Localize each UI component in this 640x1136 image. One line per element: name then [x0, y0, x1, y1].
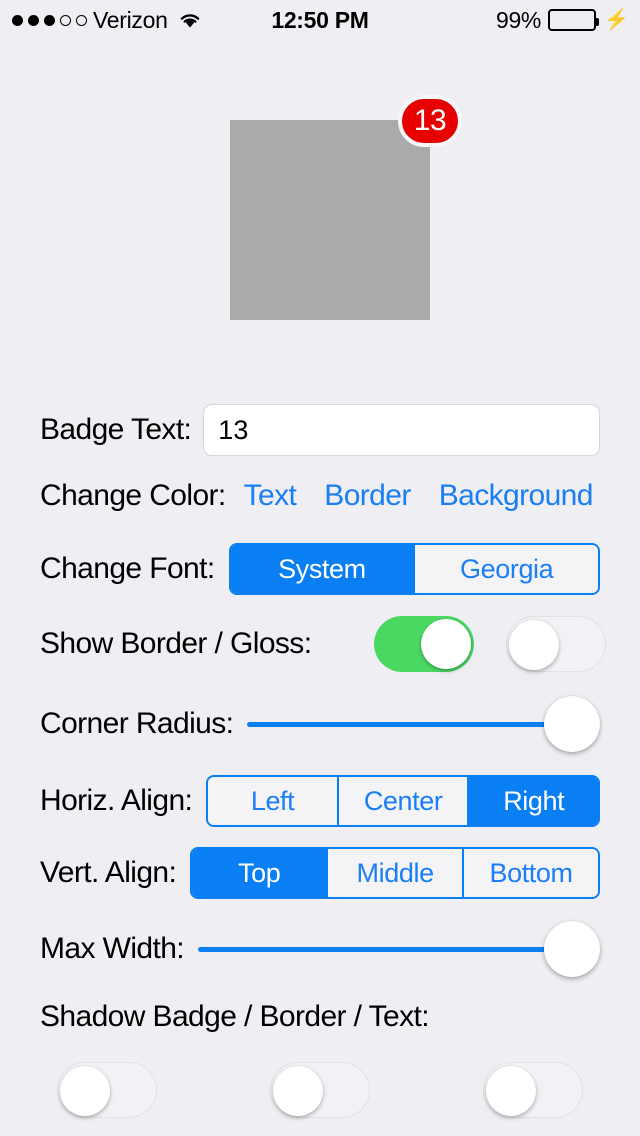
max-width-slider[interactable] [198, 921, 600, 977]
show-border-switch[interactable] [374, 616, 474, 672]
switch-knob [485, 1066, 536, 1116]
battery-icon [548, 9, 600, 31]
lightning-bolt-icon: ⚡ [604, 9, 629, 31]
change-border-color-button[interactable]: Border [324, 479, 411, 513]
border-gloss-switch-group [374, 616, 606, 672]
slider-track-filled [247, 721, 546, 727]
status-bar: Verizon 12:50 PM 99% ⚡ [0, 0, 640, 40]
badge-text-input-value: 13 [218, 414, 249, 445]
change-color-links: Text Border Background [244, 479, 594, 513]
shadow-section-label: Shadow Badge / Border / Text: [40, 1000, 430, 1033]
slider-thumb[interactable] [544, 921, 600, 977]
shadow-switch-group [0, 1062, 640, 1118]
corner-radius-slider[interactable] [247, 696, 600, 752]
slider-thumb[interactable] [544, 696, 600, 752]
show-border-gloss-label: Show Border / Gloss: [40, 627, 312, 660]
badge-preview-text: 13 [413, 104, 447, 137]
badge-text-label: Badge Text: [40, 413, 192, 446]
switch-knob [509, 620, 559, 670]
horiz-align-row: Horiz. Align: Left Center Right [0, 775, 640, 827]
vert-align-segment-top[interactable]: Top [192, 849, 327, 897]
shadow-border-cell [213, 1062, 426, 1118]
badge-host-view [230, 120, 430, 320]
horiz-align-segment-right[interactable]: Right [467, 777, 598, 825]
shadow-text-switch[interactable] [482, 1062, 583, 1118]
max-width-label: Max Width: [40, 932, 185, 965]
shadow-section-row: Shadow Badge / Border / Text: [0, 995, 640, 1039]
change-text-color-button[interactable]: Text [244, 479, 297, 513]
horiz-align-segment-left[interactable]: Left [208, 777, 337, 825]
switch-knob [272, 1066, 323, 1116]
slider-track-filled [198, 946, 546, 952]
change-font-segmented-control[interactable]: System Georgia [228, 543, 600, 595]
shadow-text-cell [426, 1062, 639, 1118]
change-background-color-button[interactable]: Background [439, 479, 594, 513]
badge-text-input[interactable]: 13 [203, 404, 600, 456]
change-color-label: Change Color: [40, 479, 226, 512]
show-border-gloss-row: Show Border / Gloss: [0, 616, 640, 672]
font-segment-georgia[interactable]: Georgia [413, 545, 598, 593]
font-segment-system[interactable]: System [230, 545, 414, 593]
show-gloss-switch[interactable] [506, 616, 606, 672]
badge-text-row: Badge Text: 13 [0, 404, 640, 456]
vert-align-row: Vert. Align: Top Middle Bottom [0, 847, 640, 899]
change-font-label: Change Font: [40, 552, 215, 585]
switch-knob [421, 619, 471, 669]
shadow-badge-switch[interactable] [56, 1062, 157, 1118]
status-bar-right: 99% ⚡ [496, 0, 629, 40]
change-color-row: Change Color: Text Border Background [0, 474, 640, 518]
badge-preview: 13 [398, 95, 462, 147]
corner-radius-label: Corner Radius: [40, 707, 234, 740]
horiz-align-label: Horiz. Align: [40, 784, 193, 817]
switch-knob [59, 1066, 110, 1116]
shadow-badge-cell [0, 1062, 213, 1118]
vert-align-segment-middle[interactable]: Middle [326, 849, 463, 897]
vert-align-segment-bottom[interactable]: Bottom [462, 849, 598, 897]
change-font-row: Change Font: System Georgia [0, 543, 640, 595]
battery-percent-label: 99% [495, 6, 542, 33]
max-width-row: Max Width: [0, 921, 640, 977]
vert-align-segmented-control[interactable]: Top Middle Bottom [190, 847, 600, 899]
corner-radius-row: Corner Radius: [0, 696, 640, 752]
horiz-align-segmented-control[interactable]: Left Center Right [206, 775, 600, 827]
horiz-align-segment-center[interactable]: Center [336, 777, 468, 825]
shadow-border-switch[interactable] [269, 1062, 370, 1118]
vert-align-label: Vert. Align: [40, 856, 177, 889]
